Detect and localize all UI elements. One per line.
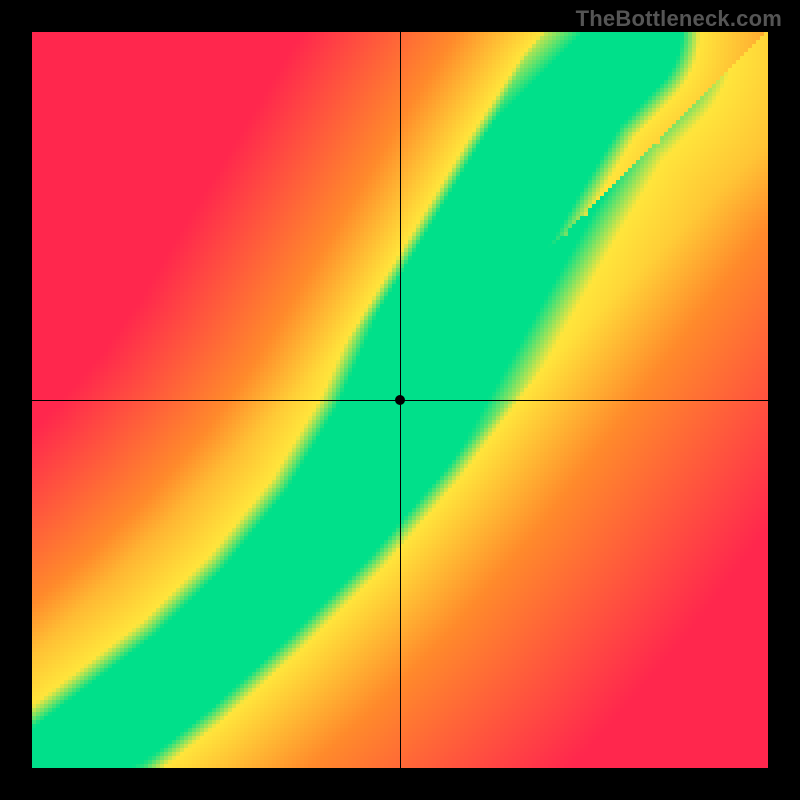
watermark-text: TheBottleneck.com (576, 6, 782, 32)
chart-frame: TheBottleneck.com (0, 0, 800, 800)
crosshair-point (395, 395, 405, 405)
